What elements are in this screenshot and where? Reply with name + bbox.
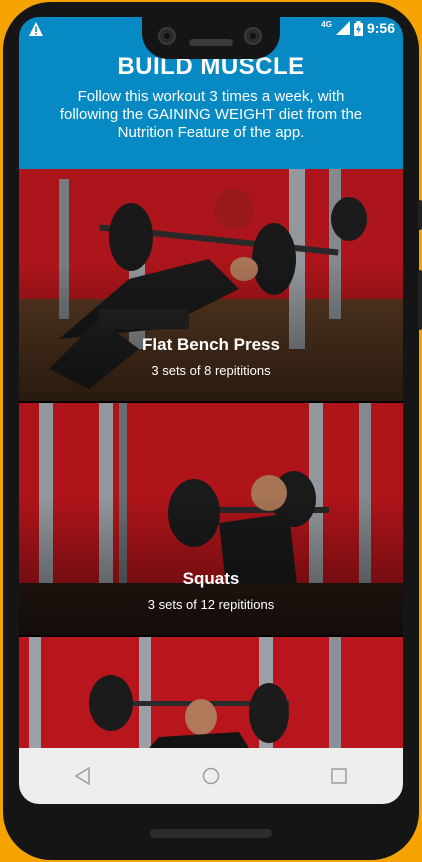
nav-home-button[interactable] <box>196 761 226 791</box>
page-header: BUILD MUSCLE Follow this workout 3 times… <box>19 41 403 169</box>
workout-card-squats[interactable]: Squats 3 sets of 12 repititions <box>19 403 403 635</box>
camera-notch <box>142 13 280 59</box>
clock: 9:56 <box>366 20 395 36</box>
back-triangle-icon <box>75 767 90 785</box>
workout-detail: 3 sets of 8 repititions <box>151 363 271 378</box>
home-circle-icon <box>202 767 220 785</box>
nav-recents-button[interactable] <box>324 761 354 791</box>
workout-name: Flat Bench Press <box>142 335 280 354</box>
workout-name: Squats <box>182 569 240 588</box>
system-nav-bar <box>19 748 403 804</box>
page-description: Follow this workout 3 times a week, with… <box>59 88 363 141</box>
bottom-speaker <box>150 829 272 838</box>
workout-card-shoulder-press[interactable] <box>19 637 403 748</box>
signal-icon <box>335 21 350 35</box>
workout-card-bench-press[interactable]: Flat Bench Press 3 sets of 8 repititions <box>19 169 403 401</box>
screen: 4G 9:56 BUILD MUSCLE Follow this workout… <box>19 17 403 804</box>
nav-back-button[interactable] <box>68 761 98 791</box>
volume-button <box>418 200 422 230</box>
front-camera <box>158 27 176 45</box>
earpiece <box>189 39 233 46</box>
power-button <box>418 270 422 330</box>
recents-square-icon <box>331 768 347 784</box>
network-type: 4G <box>321 19 332 29</box>
shoulder-press-image <box>19 637 403 748</box>
device-frame: 4G 9:56 BUILD MUSCLE Follow this workout… <box>0 0 422 862</box>
workout-detail: 3 sets of 12 repititions <box>147 597 275 612</box>
status-right: 4G 9:56 <box>321 19 395 37</box>
battery-icon <box>353 20 363 36</box>
warning-triangle-icon <box>29 22 43 36</box>
front-camera <box>244 27 262 45</box>
